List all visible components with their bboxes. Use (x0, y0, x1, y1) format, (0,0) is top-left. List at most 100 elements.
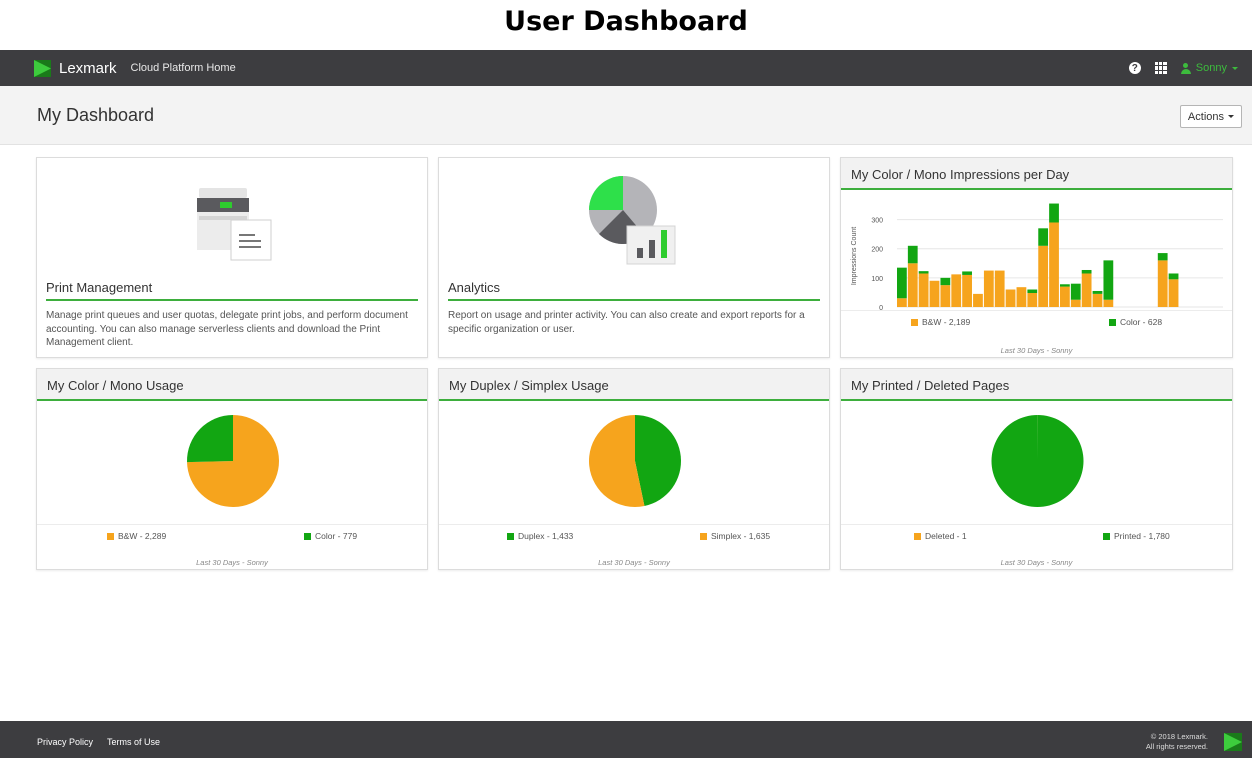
print-management-tile[interactable]: Print Management Manage print queues and… (36, 157, 428, 358)
bar-segment (1038, 228, 1049, 246)
printed-deleted-pages-card: My Printed / Deleted Pages Deleted - 1 P… (840, 368, 1233, 570)
card-title: My Color / Mono Usage (37, 369, 427, 401)
chart-footnote: Last 30 Days - Sonny (598, 558, 670, 567)
bar-segment (962, 271, 972, 275)
card-title: My Color / Mono Impressions per Day (841, 158, 1232, 190)
user-name: Sonny (1195, 62, 1227, 74)
lexmark-logo-icon[interactable] (34, 59, 51, 77)
bar-segment (897, 298, 907, 307)
terms-of-use-link[interactable]: Terms of Use (107, 737, 160, 747)
legend-swatch (107, 532, 114, 540)
footer-links: Privacy Policy Terms of Use (37, 737, 160, 747)
impressions-per-day-card: My Color / Mono Impressions per Day 0 100… (840, 157, 1233, 358)
bar-segment (1027, 289, 1038, 294)
pie-slice (187, 415, 233, 463)
brand-name[interactable]: Lexmark (59, 60, 117, 77)
bar-segment (940, 277, 951, 286)
bar-segment (907, 245, 918, 264)
bar-segment (1081, 269, 1092, 274)
legend-label: Color - 628 (1120, 317, 1163, 327)
user-icon (1180, 62, 1191, 74)
divider (46, 299, 418, 301)
bar-segment (973, 293, 983, 307)
legend-swatch (911, 318, 918, 326)
bar-segment (1060, 284, 1070, 287)
legend-item-deleted: Deleted - 1 (914, 531, 967, 541)
legend-swatch (700, 532, 707, 540)
divider (448, 299, 820, 301)
pie-slice (635, 415, 681, 507)
card-title: My Duplex / Simplex Usage (439, 369, 829, 401)
printed-deleted-pie-chart (991, 415, 1084, 507)
bar-segment (929, 280, 940, 307)
bar-segment (1027, 293, 1038, 307)
bar-segment (1070, 299, 1081, 307)
color-mono-usage-card: My Color / Mono Usage B&W - 2,289 Color … (36, 368, 428, 570)
bar-segment (1092, 293, 1103, 307)
page-title: My Dashboard (37, 105, 155, 125)
bar-segment (1103, 299, 1114, 307)
chart-footnote: Last 30 Days - Sonny (1000, 558, 1073, 567)
legend-label: Simplex - 1,635 (711, 531, 771, 541)
question-circle-icon[interactable]: ? (1128, 62, 1141, 74)
y-tick-label: 300 (871, 218, 883, 225)
platform-home-link[interactable]: Cloud Platform Home (131, 62, 236, 74)
printer-icon (197, 188, 272, 261)
legend-swatch (1103, 532, 1110, 540)
chart-legend: B&W - 2,189 Color - 628 (841, 310, 1232, 332)
legend-swatch (914, 532, 921, 540)
chart-legend: B&W - 2,289 Color - 779 (37, 524, 427, 546)
copyright-line: All rights reserved. (1145, 742, 1208, 751)
color-mono-pie-chart (187, 415, 280, 507)
bar-segment (951, 274, 962, 307)
legend-label: B&W - 2,289 (118, 531, 167, 541)
impressions-bar-chart: 0100200300Impressions Count (851, 203, 1223, 312)
bar-segment (1049, 222, 1059, 307)
bar-segment (1070, 283, 1081, 300)
bar-segment (940, 285, 951, 307)
print-management-title[interactable]: Print Management (46, 280, 152, 295)
analytics-title[interactable]: Analytics (448, 280, 500, 295)
bar-segment (1049, 203, 1059, 223)
bar-segment (918, 271, 929, 274)
legend-item-bw: B&W - 2,289 (107, 531, 166, 541)
user-menu[interactable]: Sonny (1180, 62, 1238, 74)
legend-item-duplex: Duplex - 1,433 (507, 531, 573, 541)
dashboard-subheader: My Dashboard Actions (0, 86, 1252, 145)
legend-label: Color - 779 (315, 531, 358, 541)
copyright: © 2018 Lexmark. All rights reserved. (1146, 732, 1208, 752)
actions-label: Actions (1187, 110, 1224, 123)
legend-swatch (1109, 318, 1116, 326)
chart-footnote: Last 30 Days - Sonny (1000, 346, 1073, 355)
bar-segment (897, 267, 907, 299)
print-management-description: Manage print queues and user quotas, del… (46, 310, 408, 348)
bar-segment (1157, 260, 1168, 307)
legend-item-bw: B&W - 2,189 (911, 317, 970, 327)
actions-button[interactable]: Actions (1179, 105, 1242, 128)
bar-segment (918, 273, 929, 307)
pie-chart-icon (589, 176, 676, 265)
chart-legend: Duplex - 1,433 Simplex - 1,635 (439, 524, 829, 546)
privacy-policy-link[interactable]: Privacy Policy (37, 737, 93, 747)
bar-segment (1081, 273, 1092, 307)
page-footer: Privacy Policy Terms of Use © 2018 Lexma… (0, 721, 1252, 758)
y-axis-label: Impressions Count (851, 227, 858, 285)
bar-segment (1060, 286, 1070, 307)
pie-slice (991, 415, 1084, 507)
analytics-tile[interactable]: Analytics Report on usage and printer ac… (438, 157, 830, 358)
copyright-line: © 2018 Lexmark. (1150, 732, 1208, 741)
card-title: My Printed / Deleted Pages (841, 369, 1232, 401)
legend-label: Deleted - 1 (925, 531, 967, 541)
bar-segment (994, 270, 1005, 307)
page-heading: User Dashboard (504, 6, 748, 37)
chart-footnote: Last 30 Days - Sonny (196, 558, 268, 567)
y-tick-label: 100 (871, 276, 883, 283)
bar-segment (1005, 289, 1016, 307)
legend-swatch (507, 532, 514, 540)
grid-icon[interactable] (1154, 62, 1167, 74)
legend-item-color: Color - 628 (1109, 317, 1162, 327)
bar-segment (907, 263, 918, 307)
lexmark-logo-icon (1224, 733, 1242, 751)
legend-swatch (304, 532, 311, 540)
bar-segment (983, 270, 994, 307)
